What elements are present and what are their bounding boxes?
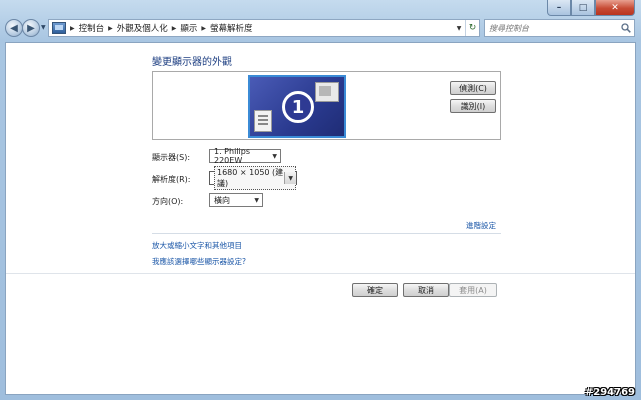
cancel-button[interactable]: 取消 <box>403 283 449 297</box>
display-select[interactable]: 1. Philips 220EW ▼ <box>209 147 281 165</box>
window-thumbnail-icon <box>315 82 339 102</box>
resolution-label: 解析度(R): <box>152 175 191 184</box>
content-pane: 變更顯示器的外觀 1 偵測(C) 識別(I) 顯示器(S): 1. Philip… <box>5 42 636 395</box>
breadcrumb-chevron-icon[interactable]: ▶ <box>201 25 206 32</box>
breadcrumb-chevron-icon[interactable]: ▶ <box>172 25 177 32</box>
monitor-1-preview[interactable]: 1 <box>248 75 346 138</box>
monitor-number: 1 <box>282 91 314 123</box>
detect-button[interactable]: 偵測(C) <box>450 81 496 95</box>
orientation-select-value: 橫向 <box>214 195 230 205</box>
maximize-button[interactable]: □ <box>571 0 595 16</box>
orientation-select[interactable]: 橫向 ▼ <box>209 193 263 207</box>
identify-button[interactable]: 識別(I) <box>450 99 496 113</box>
search-icon[interactable] <box>618 23 634 33</box>
text-size-link[interactable]: 放大或縮小文字和其他項目 <box>152 240 242 251</box>
display-select-value: 1. Philips 220EW <box>214 147 250 165</box>
refresh-icon[interactable]: ↻ <box>465 20 479 36</box>
monitor-arrangement-panel: 1 偵測(C) 識別(I) <box>152 71 501 140</box>
breadcrumb-chevron-icon[interactable]: ▶ <box>108 25 113 32</box>
orientation-label: 方向(O): <box>152 197 184 206</box>
search-box[interactable] <box>484 19 635 37</box>
advanced-settings-link[interactable]: 進階設定 <box>466 220 496 231</box>
forward-button[interactable]: ▶ <box>22 19 40 37</box>
address-bar[interactable]: ▶ 控制台 ▶ 外觀及個人化 ▶ 顯示 ▶ 螢幕解析度 ▼ ↻ <box>48 19 480 37</box>
breadcrumb-display[interactable]: 顯示 <box>180 22 197 34</box>
breadcrumb-screen-resolution[interactable]: 螢幕解析度 <box>210 22 253 34</box>
search-input[interactable] <box>489 23 618 33</box>
page-title: 變更顯示器的外觀 <box>152 57 232 68</box>
window-frame: – □ ✕ ◀ ▶ ▼ ▶ 控制台 ▶ 外觀及個人化 ▶ 顯示 ▶ 螢幕解析度 … <box>0 0 641 400</box>
breadcrumb-control-panel[interactable]: 控制台 <box>79 22 105 34</box>
resolution-select[interactable]: 1680 × 1050 (建議) ▼ <box>209 166 297 190</box>
footer-divider <box>6 273 635 274</box>
address-dropdown-icon[interactable]: ▼ <box>453 25 465 32</box>
display-label: 顯示器(S): <box>152 153 191 162</box>
navigation-bar: ◀ ▶ ▼ ▶ 控制台 ▶ 外觀及個人化 ▶ 顯示 ▶ 螢幕解析度 ▼ ↻ <box>0 16 641 42</box>
chevron-down-icon: ▼ <box>254 197 259 204</box>
caption-buttons: – □ ✕ <box>547 0 635 16</box>
apply-button[interactable]: 套用(A) <box>449 283 497 297</box>
minimize-button[interactable]: – <box>547 0 571 16</box>
breadcrumb-appearance[interactable]: 外觀及個人化 <box>117 22 168 34</box>
recent-pages-dropdown-icon[interactable]: ▼ <box>41 24 46 31</box>
ok-button[interactable]: 確定 <box>352 283 398 297</box>
back-button[interactable]: ◀ <box>5 19 23 37</box>
breadcrumb-chevron-icon[interactable]: ▶ <box>70 25 75 32</box>
chevron-down-icon: ▼ <box>272 153 277 160</box>
control-panel-icon <box>52 22 66 34</box>
which-settings-link[interactable]: 我應該選擇哪些顯示器設定? <box>152 256 246 267</box>
document-thumbnail-icon <box>254 110 272 132</box>
chevron-down-icon: ▼ <box>288 175 293 182</box>
close-button[interactable]: ✕ <box>595 0 635 16</box>
section-divider <box>152 233 501 234</box>
image-watermark: #294769 <box>584 387 635 398</box>
